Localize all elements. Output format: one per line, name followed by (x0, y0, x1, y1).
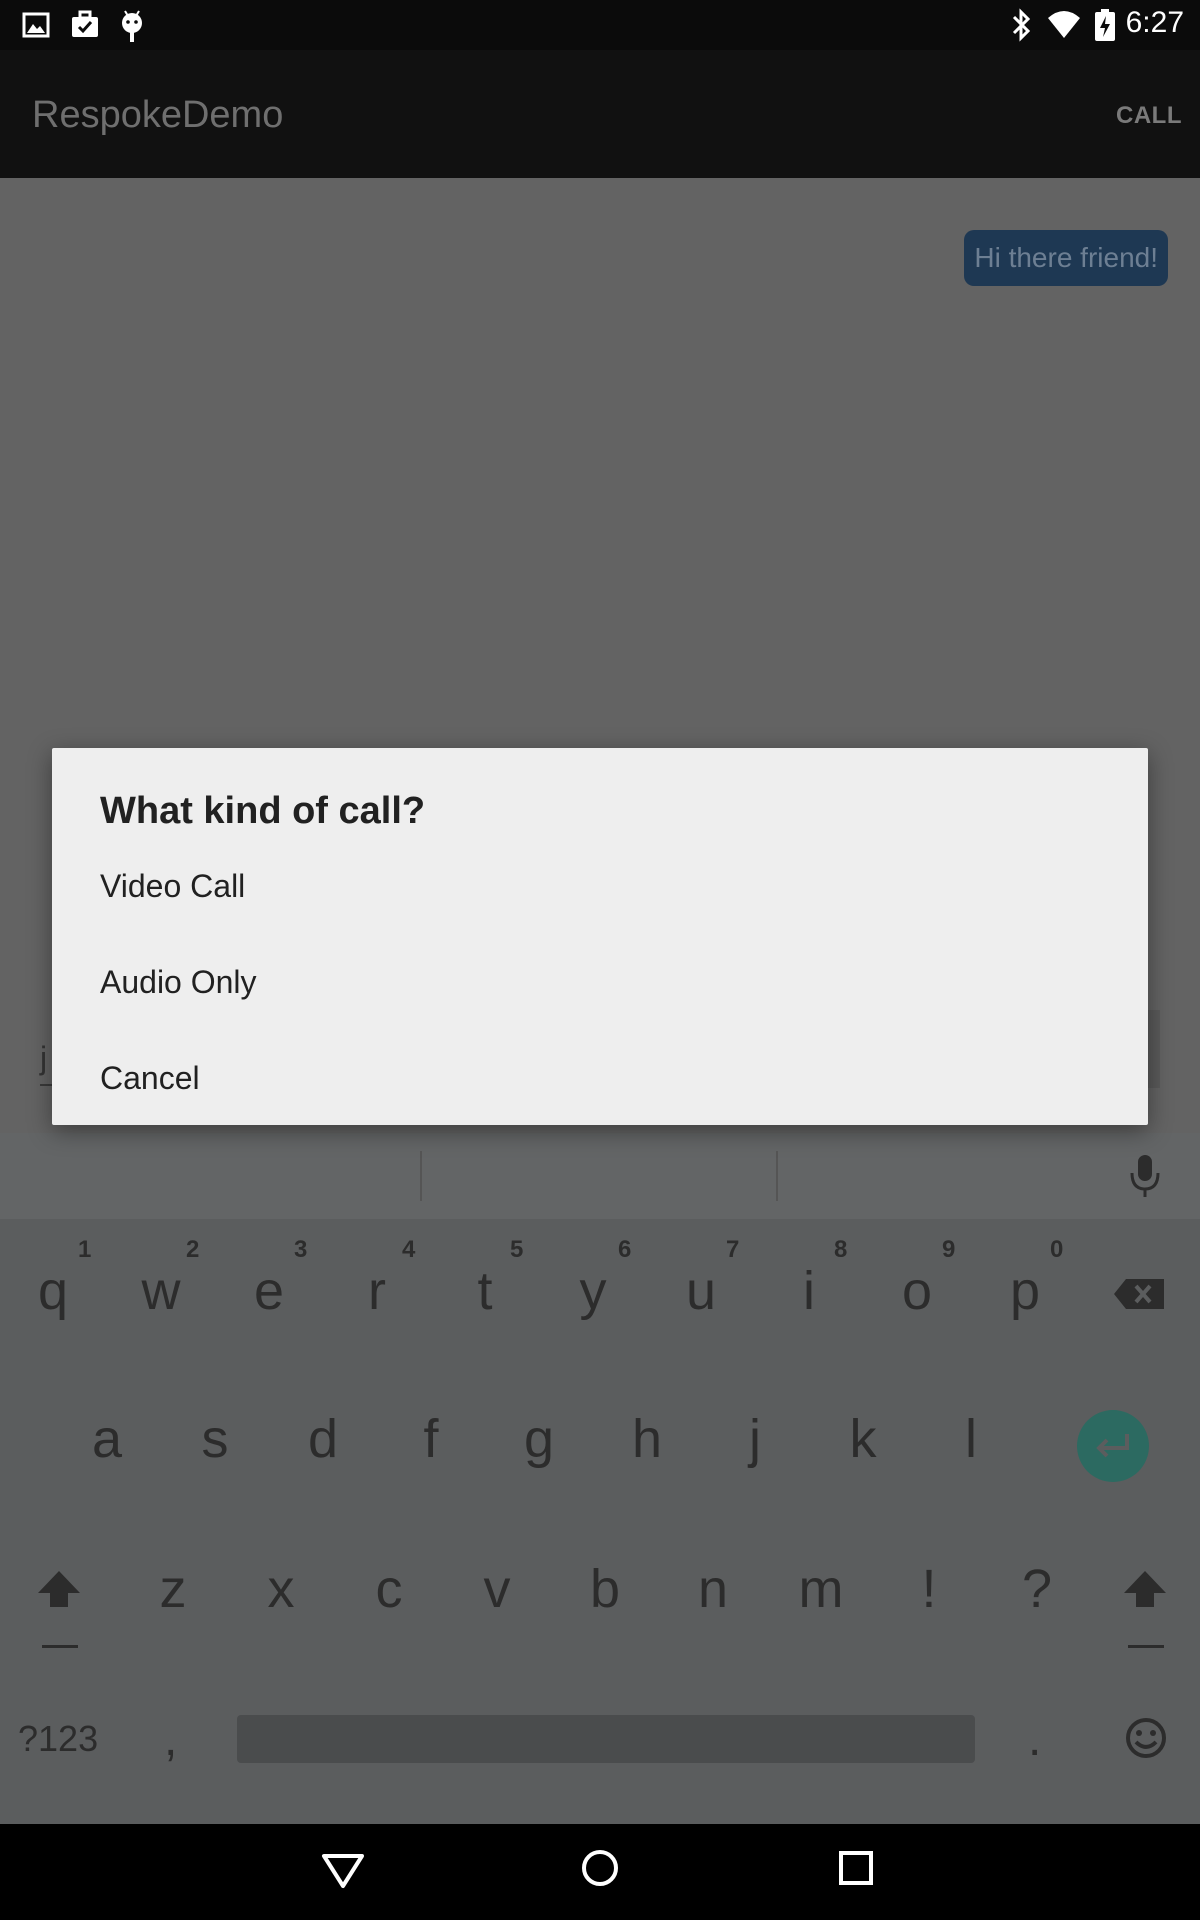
bluetooth-icon (1008, 8, 1034, 47)
key-k[interactable]: k (818, 1408, 908, 1470)
key-z[interactable]: z (128, 1558, 218, 1620)
home-icon[interactable] (580, 1848, 620, 1893)
key-hint-8: 8 (834, 1236, 848, 1263)
enter-icon (1093, 1430, 1133, 1467)
key-hint-3: 3 (294, 1236, 308, 1263)
dialog-title: What kind of call? (100, 790, 426, 832)
shift-icon[interactable] (34, 1567, 84, 1616)
key-e[interactable]: e (224, 1260, 314, 1322)
key-exclamation[interactable]: ! (884, 1558, 974, 1620)
key-hint-9: 9 (942, 1236, 956, 1263)
app-title: RespokeDemo (32, 94, 284, 136)
key-m[interactable]: m (776, 1558, 866, 1620)
image-notification-icon (22, 8, 50, 47)
suggestion-divider (420, 1151, 422, 1201)
recents-icon[interactable] (836, 1848, 876, 1893)
key-g[interactable]: g (494, 1408, 584, 1470)
suggestion-divider (776, 1151, 778, 1201)
briefcase-check-icon (70, 8, 100, 47)
android-debug-icon (118, 8, 146, 49)
key-hint-7: 7 (726, 1236, 740, 1263)
key-f[interactable]: f (386, 1408, 476, 1470)
video-call-option[interactable]: Video Call (100, 868, 245, 905)
key-c[interactable]: c (344, 1558, 434, 1620)
message-bubble: Hi there friend! (964, 230, 1168, 286)
key-question[interactable]: ? (992, 1558, 1082, 1620)
cancel-option[interactable]: Cancel (100, 1060, 200, 1097)
key-hint-1: 1 (78, 1236, 92, 1263)
key-l[interactable]: l (926, 1408, 1016, 1470)
shift-indicator (1128, 1645, 1164, 1648)
shift-indicator (42, 1645, 78, 1648)
key-s[interactable]: s (170, 1408, 260, 1470)
key-h[interactable]: h (602, 1408, 692, 1470)
backspace-icon[interactable] (1112, 1277, 1166, 1316)
symbols-key[interactable]: ?123 (18, 1718, 98, 1760)
audio-only-option[interactable]: Audio Only (100, 964, 257, 1001)
message-input-text: j (40, 1040, 48, 1076)
call-button[interactable]: CALL (1116, 102, 1182, 130)
key-w[interactable]: w (116, 1260, 206, 1322)
key-hint-0: 0 (1050, 1236, 1064, 1263)
battery-charging-icon (1094, 8, 1116, 47)
key-hint-2: 2 (186, 1236, 200, 1263)
wifi-icon (1046, 8, 1082, 47)
call-type-dialog: What kind of call? Video Call Audio Only… (52, 748, 1148, 1125)
emoji-icon[interactable] (1124, 1716, 1168, 1765)
key-o[interactable]: o (872, 1260, 962, 1322)
suggestion-strip (0, 1133, 1200, 1219)
mic-icon[interactable] (1125, 1151, 1165, 1206)
key-b[interactable]: b (560, 1558, 650, 1620)
navigation-bar (0, 1824, 1200, 1920)
comma-key[interactable]: , (164, 1712, 177, 1767)
key-p[interactable]: p (980, 1260, 1070, 1322)
period-key[interactable]: . (1028, 1712, 1041, 1767)
enter-key[interactable] (1077, 1410, 1149, 1482)
key-i[interactable]: i (764, 1260, 854, 1322)
app-bar: RespokeDemo CALL (0, 50, 1200, 178)
key-q[interactable]: q (8, 1260, 98, 1322)
back-icon[interactable] (320, 1850, 366, 1895)
key-hint-6: 6 (618, 1236, 632, 1263)
key-d[interactable]: d (278, 1408, 368, 1470)
key-t[interactable]: t (440, 1260, 530, 1322)
key-y[interactable]: y (548, 1260, 638, 1322)
key-hint-5: 5 (510, 1236, 524, 1263)
key-j[interactable]: j (710, 1408, 800, 1470)
status-bar: 6:27 (0, 0, 1200, 50)
spacebar[interactable] (237, 1715, 975, 1763)
status-time: 6:27 (1125, 6, 1184, 39)
key-hint-4: 4 (402, 1236, 416, 1263)
key-a[interactable]: a (62, 1408, 152, 1470)
key-v[interactable]: v (452, 1558, 542, 1620)
key-n[interactable]: n (668, 1558, 758, 1620)
key-u[interactable]: u (656, 1260, 746, 1322)
shift-icon[interactable] (1120, 1567, 1170, 1616)
key-x[interactable]: x (236, 1558, 326, 1620)
key-r[interactable]: r (332, 1260, 422, 1322)
